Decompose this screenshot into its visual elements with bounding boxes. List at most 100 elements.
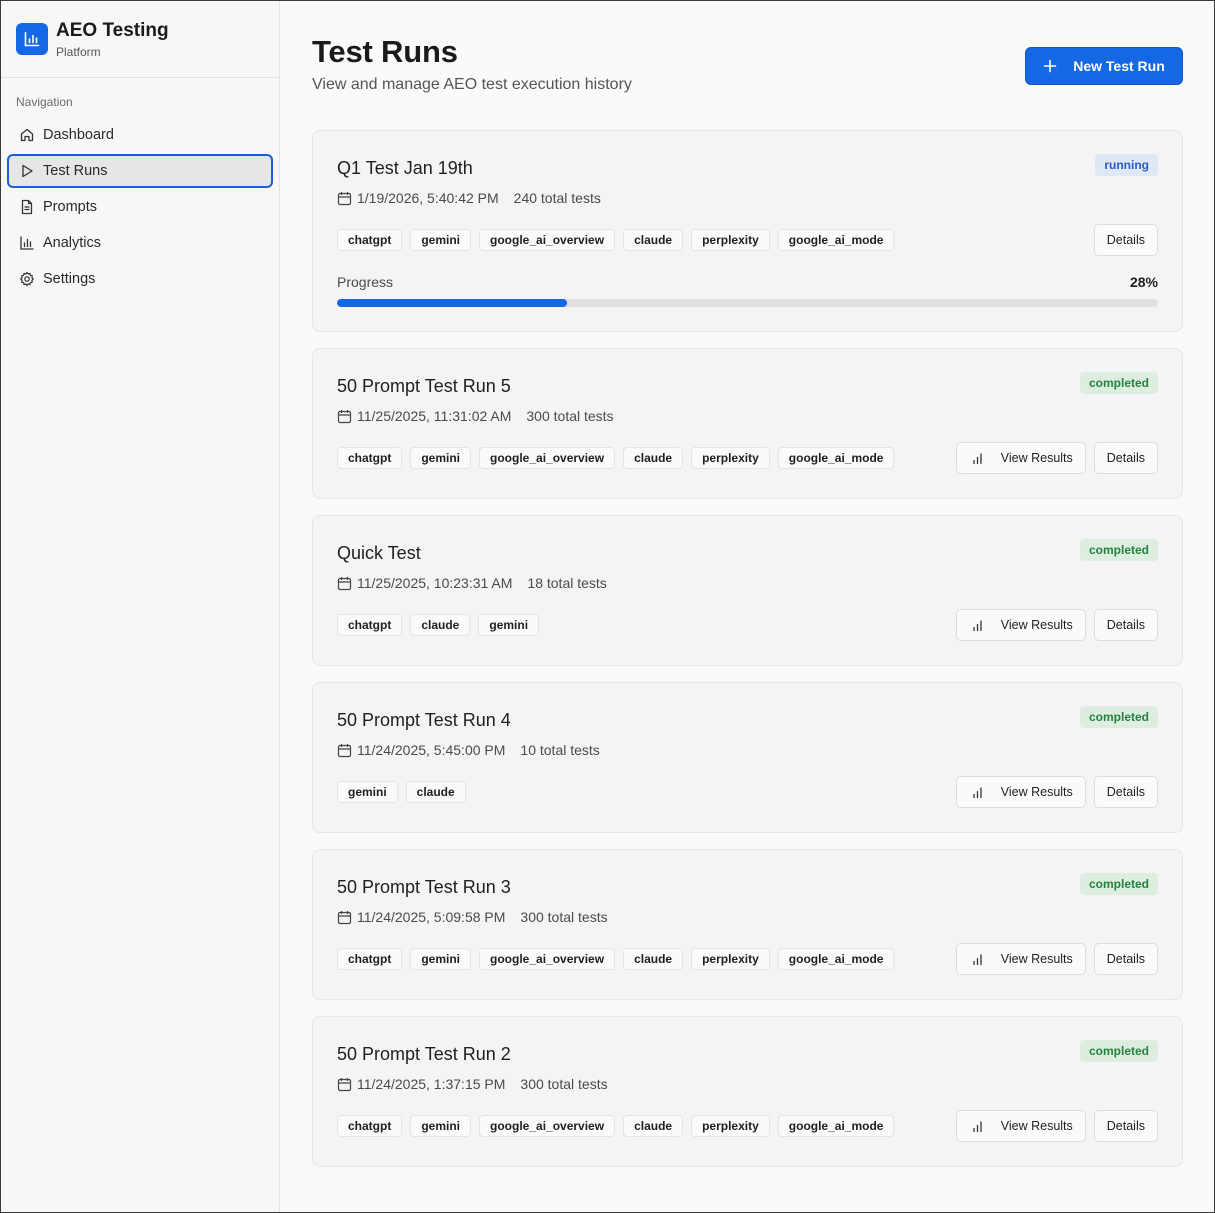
model-tags: chatgpt gemini google_ai_overview claude per…	[337, 948, 895, 970]
details-label: Details	[1106, 785, 1145, 799]
model-tag: chatgpt	[337, 614, 403, 636]
details-button[interactable]: Details	[1093, 1110, 1158, 1142]
test-run-date: 11/24/2025, 1:37:15 PM	[357, 1076, 506, 1092]
model-tag: claude	[405, 781, 466, 803]
test-run-card: 50 Prompt Test Run 4 completed 11/24/202…	[312, 682, 1183, 833]
brand: AEO Testing Platform	[1, 1, 279, 78]
test-run-row: chatgpt gemini google_ai_overview claude per…	[337, 1110, 1158, 1142]
test-run-date: 11/24/2025, 5:09:58 PM	[357, 909, 506, 925]
test-run-meta: 11/24/2025, 5:45:00 PM 10 total tests	[337, 742, 1158, 758]
test-run-total: 10 total tests	[520, 742, 600, 758]
test-run-list: Q1 Test Jan 19th running 1/19/2026, 5:40…	[312, 130, 1183, 1167]
calendar-icon	[337, 743, 352, 757]
sidebar-item-test-runs[interactable]: Test Runs	[7, 154, 273, 188]
sidebar-item-prompts[interactable]: Prompts	[7, 190, 273, 224]
page-title: Test Runs	[312, 34, 458, 69]
test-run-total: 18 total tests	[527, 575, 607, 591]
test-run-title[interactable]: 50 Prompt Test Run 4	[337, 709, 1158, 731]
test-run-title[interactable]: 50 Prompt Test Run 2	[337, 1043, 1158, 1065]
sidebar-item-label: Analytics	[43, 235, 102, 251]
model-tag: perplexity	[691, 229, 770, 251]
calendar-icon	[337, 191, 352, 205]
test-run-title[interactable]: Q1 Test Jan 19th	[337, 157, 1158, 179]
calendar-icon	[337, 910, 352, 924]
model-tag: claude	[623, 948, 684, 970]
view-results-button[interactable]: View Results	[955, 609, 1086, 641]
status-badge: completed	[1079, 539, 1158, 561]
view-results-button[interactable]: View Results	[955, 943, 1086, 975]
app-window: AEO Testing Platform Navigation Dashboar…	[0, 0, 1215, 1213]
test-run-meta: 11/25/2025, 11:31:02 AM 300 total tests	[337, 408, 1158, 424]
document-icon	[21, 199, 33, 215]
model-tag: gemini	[410, 948, 472, 970]
model-tags: chatgpt gemini google_ai_overview claude per…	[337, 447, 895, 469]
sidebar-item-analytics[interactable]: Analytics	[7, 226, 273, 260]
details-label: Details	[1106, 451, 1145, 465]
gear-icon	[20, 271, 34, 287]
progress-label: Progress	[337, 274, 394, 290]
test-run-row: chatgpt claude gemini View Results Details	[337, 609, 1158, 641]
sidebar-item-label: Test Runs	[43, 163, 108, 179]
test-run-row: chatgpt gemini google_ai_overview claude per…	[337, 442, 1158, 474]
plus-icon	[1043, 59, 1057, 73]
test-run-actions: View Results Details	[955, 1110, 1158, 1142]
test-run-title[interactable]: Quick Test	[337, 542, 1158, 564]
status-badge: completed	[1079, 873, 1158, 895]
progress-header: Progress 28%	[337, 274, 1158, 290]
model-tag: google_ai_overview	[479, 1115, 616, 1137]
test-run-card: Q1 Test Jan 19th running 1/19/2026, 5:40…	[312, 130, 1183, 332]
sidebar-item-label: Dashboard	[43, 127, 114, 143]
play-icon	[22, 164, 33, 178]
sidebar-item-label: Settings	[43, 271, 96, 287]
home-icon	[20, 128, 34, 142]
model-tag: chatgpt	[337, 447, 403, 469]
model-tag: chatgpt	[337, 1115, 403, 1137]
model-tag: gemini	[410, 229, 472, 251]
sidebar-item-dashboard[interactable]: Dashboard	[7, 118, 273, 152]
nav-section-label: Navigation	[16, 95, 73, 109]
model-tag: google_ai_mode	[777, 1115, 895, 1137]
model-tag: gemini	[410, 447, 472, 469]
test-run-actions: View Results Details	[955, 776, 1158, 808]
details-button[interactable]: Details	[1093, 442, 1158, 474]
bar-chart-icon	[20, 236, 34, 250]
model-tag: google_ai_overview	[479, 948, 616, 970]
page-subtitle: View and manage AEO test execution histo…	[312, 76, 632, 93]
page-header: Test Runs View and manage AEO test execu…	[312, 35, 1183, 130]
test-run-row: chatgpt gemini google_ai_overview claude per…	[337, 943, 1158, 975]
sidebar: AEO Testing Platform Navigation Dashboar…	[1, 1, 280, 1212]
test-run-total: 240 total tests	[513, 190, 601, 206]
details-label: Details	[1106, 233, 1145, 247]
test-run-title[interactable]: 50 Prompt Test Run 3	[337, 876, 1158, 898]
view-results-button[interactable]: View Results	[955, 1110, 1086, 1142]
bar-chart-icon	[973, 1120, 982, 1132]
model-tags: chatgpt gemini google_ai_overview claude per…	[337, 1115, 895, 1137]
sidebar-item-settings[interactable]: Settings	[7, 262, 273, 296]
bar-chart-icon	[973, 786, 982, 798]
test-run-actions: View Results Details	[955, 609, 1158, 641]
model-tag: chatgpt	[337, 948, 403, 970]
test-run-total: 300 total tests	[526, 408, 614, 424]
model-tag: google_ai_mode	[777, 229, 895, 251]
view-results-button[interactable]: View Results	[955, 776, 1086, 808]
details-button[interactable]: Details	[1093, 224, 1158, 256]
test-run-total: 300 total tests	[520, 909, 608, 925]
test-run-meta: 11/25/2025, 10:23:31 AM 18 total tests	[337, 575, 1158, 591]
view-results-button[interactable]: View Results	[955, 442, 1086, 474]
progress-bar-fill	[337, 299, 567, 307]
model-tag: claude	[623, 447, 684, 469]
details-button[interactable]: Details	[1093, 943, 1158, 975]
view-results-label: View Results	[1000, 618, 1073, 632]
model-tag: perplexity	[691, 948, 770, 970]
details-button[interactable]: Details	[1093, 776, 1158, 808]
test-run-date: 11/25/2025, 10:23:31 AM	[357, 575, 513, 591]
details-button[interactable]: Details	[1093, 609, 1158, 641]
model-tag: claude	[623, 1115, 684, 1137]
calendar-icon	[337, 576, 352, 590]
new-test-run-button[interactable]: New Test Run	[1025, 47, 1183, 85]
main-content: Test Runs View and manage AEO test execu…	[280, 1, 1214, 1212]
model-tags: chatgpt claude gemini	[337, 614, 540, 636]
test-run-title[interactable]: 50 Prompt Test Run 5	[337, 375, 1158, 397]
test-run-card: Quick Test completed 11/25/2025, 10:23:3…	[312, 515, 1183, 666]
bar-chart-icon	[973, 953, 982, 965]
